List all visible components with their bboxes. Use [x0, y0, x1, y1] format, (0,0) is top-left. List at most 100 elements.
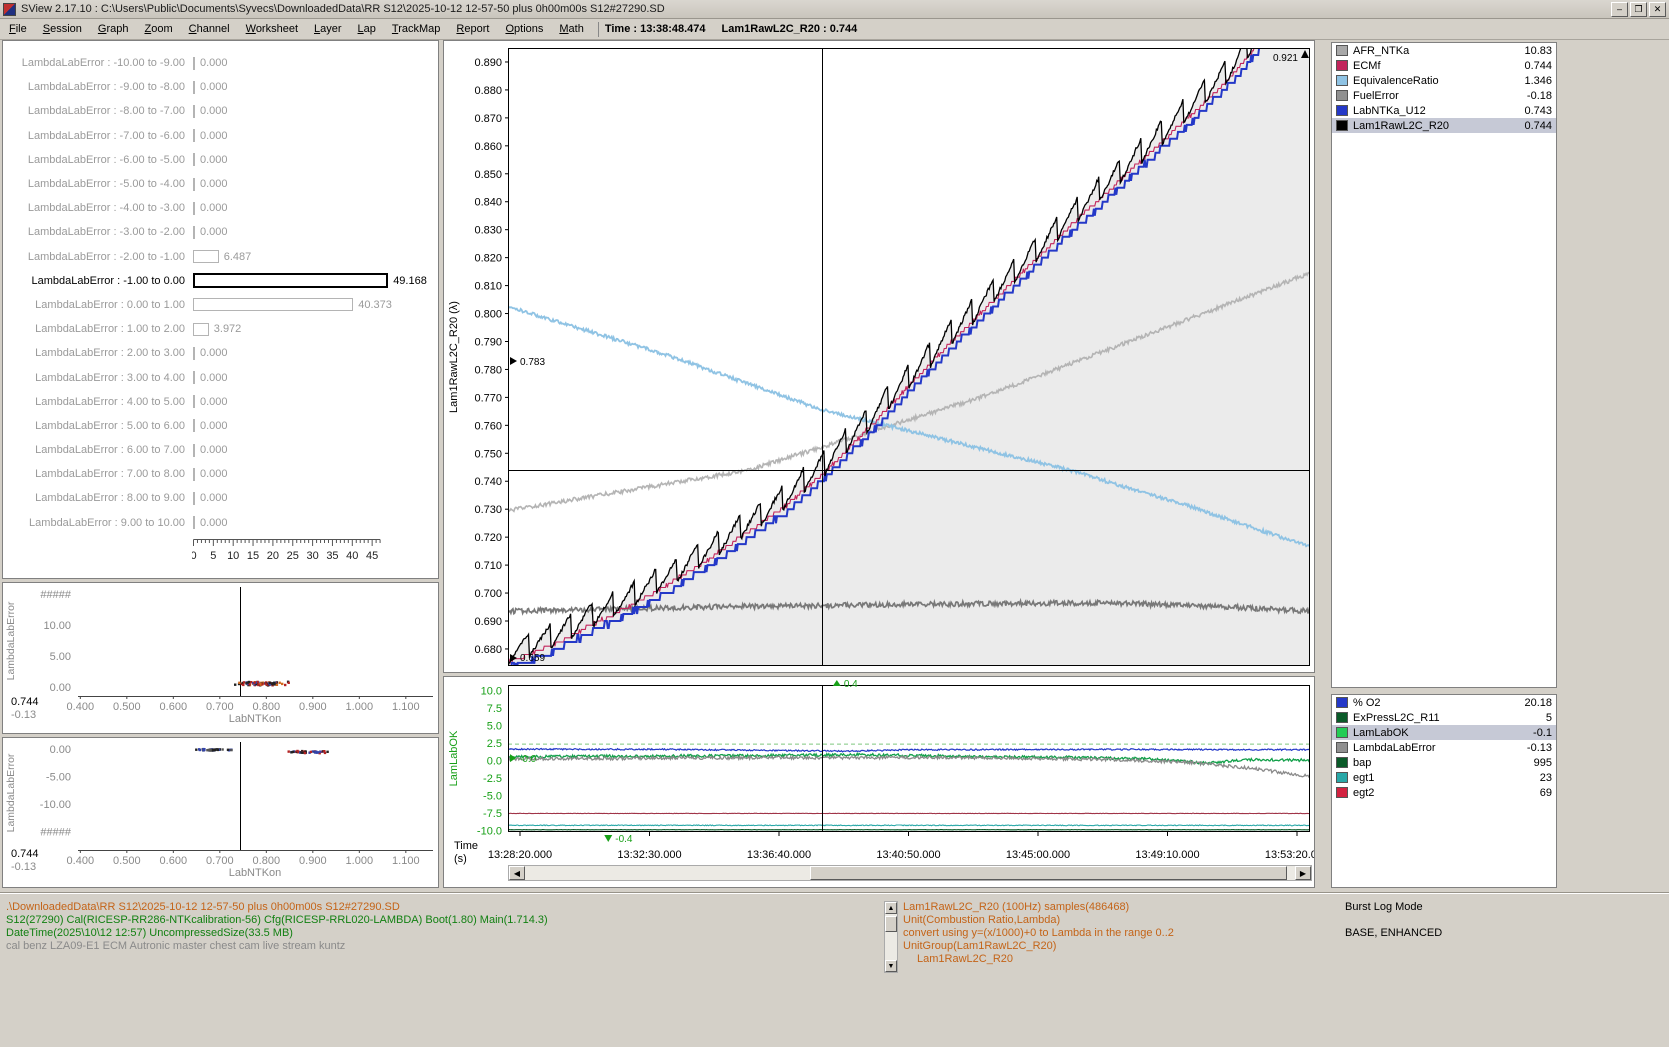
status-line: .\DownloadedData\RR S12\2025-10-12 12-57… [6, 901, 548, 914]
svg-text:0.830: 0.830 [474, 225, 502, 237]
histogram-row[interactable]: LambdaLabError : -2.00 to -1.006.487 [3, 245, 438, 269]
channel-row-fuelerror[interactable]: FuelError-0.18 [1332, 88, 1556, 103]
histogram-row[interactable]: LambdaLabError : -1.00 to 0.0049.168 [3, 269, 438, 293]
svg-text:#####: ##### [40, 827, 71, 839]
svg-text:5.00: 5.00 [50, 651, 71, 663]
scatter-plot-lower-panel[interactable]: LambdaLabError0.00-5.00-10.00#####0.4000… [2, 737, 439, 888]
menu-items: FileSessionGraphZoomChannelWorksheetLaye… [1, 20, 592, 38]
lambda-error-histogram-panel[interactable]: LambdaLabError : -10.00 to -9.000.000Lam… [2, 40, 439, 579]
svg-text:13:40:50.000: 13:40:50.000 [876, 849, 940, 861]
channel-color-chip [1336, 787, 1348, 798]
time-scrollbar-track[interactable] [525, 866, 1295, 880]
svg-text:0.500: 0.500 [113, 701, 141, 713]
channel-row-bap[interactable]: bap995 [1332, 755, 1556, 770]
histogram-row[interactable]: LambdaLabError : 5.00 to 6.000.000 [3, 414, 438, 438]
menu-item-file[interactable]: File [1, 20, 35, 38]
menu-item-channel[interactable]: Channel [181, 20, 238, 38]
scroll-up-button[interactable]: ▲ [885, 902, 897, 914]
menu-item-session[interactable]: Session [35, 20, 90, 38]
svg-text:0: 0 [192, 550, 197, 562]
channel-row--o2[interactable]: % O220.18 [1332, 695, 1556, 710]
channel-row-lambdalaberror[interactable]: LambdaLabError-0.13 [1332, 740, 1556, 755]
menu-item-trackmap[interactable]: TrackMap [384, 20, 449, 38]
channel-name: ExPressL2C_R11 [1353, 712, 1546, 724]
histogram-bar [193, 202, 195, 215]
scatter-points [234, 681, 290, 687]
sub-graph-svg[interactable]: 10.07.55.02.50.0-2.5-5.0-7.5-10.0LamLabO… [444, 677, 1314, 865]
histogram-row[interactable]: LambdaLabError : -8.00 to -7.000.000 [3, 99, 438, 123]
histogram-bar [193, 81, 195, 94]
svg-text:-5.0: -5.0 [483, 790, 502, 802]
histogram-row[interactable]: LambdaLabError : 4.00 to 5.000.000 [3, 390, 438, 414]
histogram-row[interactable]: LambdaLabError : -7.00 to -6.000.000 [3, 124, 438, 148]
channel-row-labntka-u12[interactable]: LabNTKa_U120.743 [1332, 103, 1556, 118]
histogram-row-label: LambdaLabError : 5.00 to 6.00 [3, 420, 185, 432]
histogram-row-label: LambdaLabError : 6.00 to 7.00 [3, 444, 185, 456]
svg-text:10.00: 10.00 [43, 620, 71, 632]
channel-row-afr-ntka[interactable]: AFR_NTKa10.83 [1332, 43, 1556, 58]
channel-info-scrollbar-thumb[interactable] [885, 916, 897, 932]
menu-item-layer[interactable]: Layer [306, 20, 350, 38]
histogram-bar [193, 153, 195, 166]
menu-item-worksheet[interactable]: Worksheet [238, 20, 306, 38]
histogram-row[interactable]: LambdaLabError : -5.00 to -4.000.000 [3, 172, 438, 196]
channel-row-lamlabok[interactable]: LamLabOK-0.1 [1332, 725, 1556, 740]
time-scrollbar-thumb[interactable] [810, 866, 1287, 880]
restore-button[interactable]: ❐ [1630, 2, 1647, 17]
histogram-row[interactable]: LambdaLabError : 0.00 to 1.0040.373 [3, 293, 438, 317]
menu-separator [598, 22, 599, 37]
main-graph-panel[interactable]: 0.8900.8800.8700.8600.8500.8400.8300.820… [443, 40, 1315, 673]
titlebar[interactable]: SView 2.17.10 : C:\Users\Public\Document… [0, 0, 1669, 19]
menu-item-math[interactable]: Math [551, 20, 591, 38]
scroll-down-button[interactable]: ▼ [885, 960, 897, 972]
menu-item-lap[interactable]: Lap [350, 20, 384, 38]
histogram-row[interactable]: LambdaLabError : 6.00 to 7.000.000 [3, 438, 438, 462]
histogram-row[interactable]: LambdaLabError : -6.00 to -5.000.000 [3, 148, 438, 172]
svg-text:7.5: 7.5 [487, 703, 502, 715]
scatter-lower-svg[interactable]: LambdaLabError0.00-5.00-10.00#####0.4000… [3, 738, 438, 887]
scroll-left-button[interactable]: ◀ [509, 866, 525, 880]
sub-plot-series [508, 744, 1310, 830]
channel-list-bottom: % O220.18ExPressL2C_R115LamLabOK-0.1Lamb… [1332, 695, 1556, 800]
histogram-row[interactable]: LambdaLabError : 9.00 to 10.000.000 [3, 511, 438, 535]
scatter-plot-upper-panel[interactable]: LambdaLabError#####10.005.000.000.4000.5… [2, 582, 439, 734]
histogram-row[interactable]: LambdaLabError : -4.00 to -3.000.000 [3, 196, 438, 220]
channel-row-lam1rawl2c-r20[interactable]: Lam1RawL2C_R200.744 [1332, 118, 1556, 133]
main-graph-svg[interactable]: 0.8900.8800.8700.8600.8500.8400.8300.820… [444, 41, 1314, 672]
histogram-row[interactable]: LambdaLabError : -10.00 to -9.000.000 [3, 51, 438, 75]
channel-row-egt2[interactable]: egt269 [1332, 785, 1556, 800]
svg-text:10: 10 [227, 550, 239, 562]
svg-text:#####: ##### [40, 589, 71, 601]
menu-item-graph[interactable]: Graph [90, 20, 137, 38]
channel-row-ecmf[interactable]: ECMf0.744 [1332, 58, 1556, 73]
channel-row-equivalenceratio[interactable]: EquivalenceRatio1.346 [1332, 73, 1556, 88]
scatter-upper-svg[interactable]: LambdaLabError#####10.005.000.000.4000.5… [3, 583, 438, 733]
menu-item-options[interactable]: Options [497, 20, 551, 38]
histogram-row[interactable]: LambdaLabError : 3.00 to 4.000.000 [3, 365, 438, 389]
svg-text:0.810: 0.810 [474, 281, 502, 293]
channel-info-scrollbar-track[interactable] [885, 914, 897, 960]
channel-row-expressl2c-r11[interactable]: ExPressL2C_R115 [1332, 710, 1556, 725]
menu-item-zoom[interactable]: Zoom [136, 20, 180, 38]
scroll-right-button[interactable]: ▶ [1295, 866, 1311, 880]
time-scrollbar[interactable]: ◀ ▶ [508, 865, 1312, 881]
svg-text:13:32:30.000: 13:32:30.000 [617, 849, 681, 861]
histogram-row[interactable]: LambdaLabError : 8.00 to 9.000.000 [3, 486, 438, 510]
menu-item-report[interactable]: Report [448, 20, 497, 38]
svg-text:1.100: 1.100 [392, 701, 420, 713]
channel-row-egt1[interactable]: egt123 [1332, 770, 1556, 785]
svg-text:-2.5: -2.5 [483, 773, 502, 785]
channel-info-scrollbar[interactable]: ▲ ▼ [884, 901, 898, 973]
histogram-row[interactable]: LambdaLabError : -9.00 to -8.000.000 [3, 75, 438, 99]
histogram-row[interactable]: LambdaLabError : 1.00 to 2.003.972 [3, 317, 438, 341]
time-status: Time : 13:38:48.474 [605, 23, 706, 35]
histogram-row[interactable]: LambdaLabError : 7.00 to 8.000.000 [3, 462, 438, 486]
minimize-button[interactable]: – [1611, 2, 1628, 17]
close-button[interactable]: ✕ [1649, 2, 1666, 17]
app-icon[interactable] [3, 3, 16, 16]
histogram-row-value: 0.000 [200, 202, 228, 214]
svg-text:-0.13: -0.13 [11, 861, 36, 873]
histogram-row[interactable]: LambdaLabError : -3.00 to -2.000.000 [3, 220, 438, 244]
sub-graph-panel[interactable]: 10.07.55.02.50.0-2.5-5.0-7.5-10.0LamLabO… [443, 676, 1315, 888]
histogram-row[interactable]: LambdaLabError : 2.00 to 3.000.000 [3, 341, 438, 365]
